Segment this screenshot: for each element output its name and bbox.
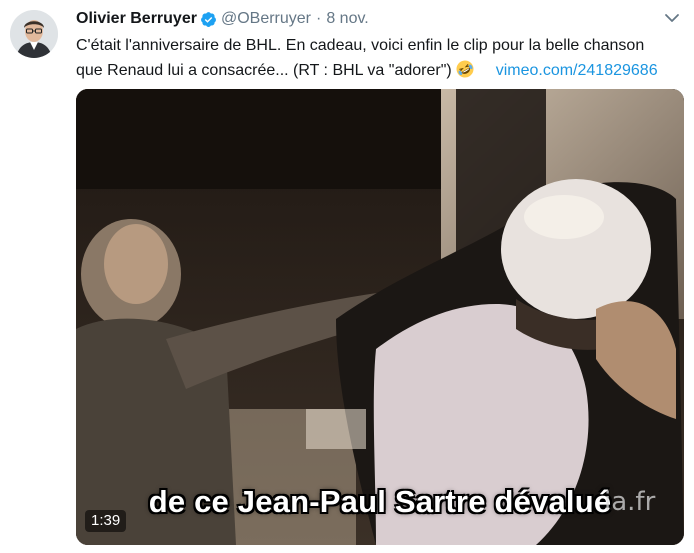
video-frame-image xyxy=(76,89,684,545)
author-handle[interactable]: @OBerruyer xyxy=(221,10,311,28)
video-subtitle: de ce Jean-Paul Sartre dévalué xyxy=(148,484,612,519)
rolling-on-floor-laughing-emoji-icon xyxy=(456,60,474,78)
vimeo-link[interactable]: vimeo.com/241829686 xyxy=(496,62,658,79)
separator-dot: · xyxy=(316,10,322,27)
video-player[interactable]: de ce Jean-Paul Sartre dévalué ia.fr 1:3… xyxy=(76,89,684,545)
author-avatar[interactable] xyxy=(10,10,58,58)
tweet-header: Olivier Berruyer @OBerruyer · 8 nov. xyxy=(76,8,369,30)
avatar-photo-icon xyxy=(10,10,58,58)
chevron-down-icon[interactable] xyxy=(664,10,680,26)
tweet-timestamp[interactable]: 8 nov. xyxy=(326,10,368,28)
video-watermark: ia.fr xyxy=(604,487,656,517)
author-display-name[interactable]: Olivier Berruyer xyxy=(76,10,197,28)
verified-badge-icon xyxy=(201,11,216,27)
video-duration-badge: 1:39 xyxy=(85,510,127,532)
tweet-text-line-2-wrapper: que Renaud lui a consacrée... (RT : BHL … xyxy=(76,58,684,83)
tweet-text: C'était l'anniversaire de BHL. En cadeau… xyxy=(76,33,684,83)
tweet-text-line-1: C'était l'anniversaire de BHL. En cadeau… xyxy=(76,37,645,54)
tweet-text-line-2: que Renaud lui a consacrée... (RT : BHL … xyxy=(76,62,452,79)
